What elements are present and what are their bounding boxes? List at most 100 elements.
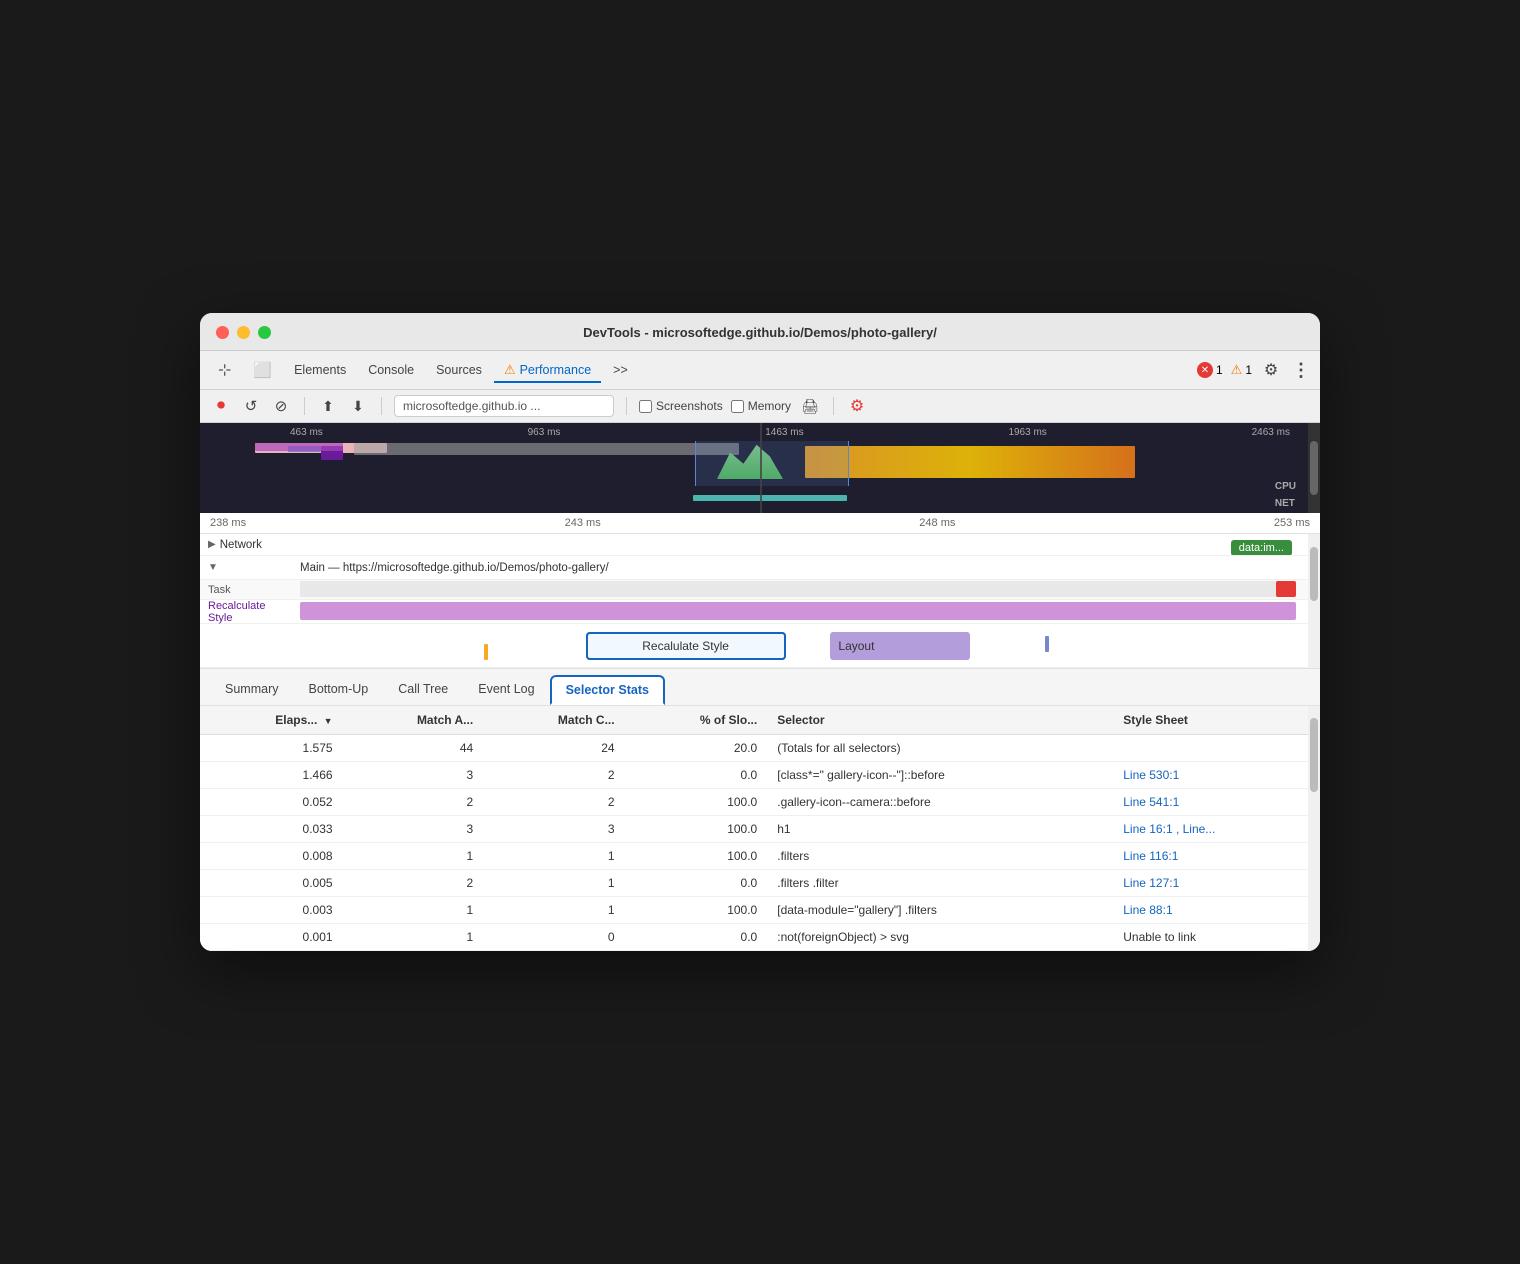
sub-track[interactable]: Recalulate Style Layout xyxy=(300,624,1320,667)
cell-stylesheet-3: Line 16:1 , Line... xyxy=(1113,816,1320,843)
screenshots-checkbox[interactable] xyxy=(639,400,652,413)
tab-bottom-up[interactable]: Bottom-Up xyxy=(293,675,383,705)
main-row: ▼ Main — https://microsoftedge.github.io… xyxy=(200,556,1320,580)
task-track[interactable] xyxy=(300,580,1320,599)
divider-1 xyxy=(304,397,305,415)
stylesheet-link-6[interactable]: Line 88:1 xyxy=(1123,903,1172,917)
tab-sources[interactable]: Sources xyxy=(426,358,492,382)
cell-pct-5: 0.0 xyxy=(625,870,768,897)
memory-checkbox-group[interactable]: Memory xyxy=(731,399,791,413)
timeline-overview[interactable]: 463 ms 963 ms 1463 ms 1963 ms 2463 ms xyxy=(200,423,1320,513)
tab-more[interactable]: >> xyxy=(603,358,638,382)
main-label: ▼ xyxy=(200,562,300,573)
tab-event-log[interactable]: Event Log xyxy=(463,675,549,705)
th-match-count[interactable]: Match C... xyxy=(483,706,624,735)
time-248: 248 ms xyxy=(919,517,955,529)
error-group[interactable]: ✕ 1 xyxy=(1197,362,1223,378)
cell-stylesheet-4: Line 116:1 xyxy=(1113,843,1320,870)
th-stylesheet[interactable]: Style Sheet xyxy=(1113,706,1320,735)
recalculate-style-track[interactable] xyxy=(300,600,1320,623)
tab-bar: ⊹ ⬜ Elements Console Sources ⚠ Performan… xyxy=(200,351,1320,390)
tab-call-tree[interactable]: Call Tree xyxy=(383,675,463,705)
tab-elements[interactable]: Elements xyxy=(284,358,356,382)
cleanup-button[interactable]: 🖨 xyxy=(799,395,821,417)
close-button[interactable] xyxy=(216,326,229,339)
devtools-window: DevTools - microsoftedge.github.io/Demos… xyxy=(200,313,1320,951)
cell-stylesheet-5: Line 127:1 xyxy=(1113,870,1320,897)
cell-pct-7: 0.0 xyxy=(625,924,768,951)
divider-4 xyxy=(833,397,834,415)
network-track[interactable]: data:im... xyxy=(300,534,1320,555)
th-selector[interactable]: Selector xyxy=(767,706,1113,735)
table-header-row: Elaps... ▼ Match A... Match C... % of Sl… xyxy=(200,706,1320,735)
timeline-scrollbar-thumb[interactable] xyxy=(1310,441,1318,495)
tab-performance[interactable]: ⚠ Performance xyxy=(494,357,601,383)
tab-device-mode[interactable]: ⬜ xyxy=(243,356,282,384)
layout-tooltip-text: Layout xyxy=(838,639,874,653)
flame-scrollbar[interactable] xyxy=(1308,534,1320,668)
cell-match-a-5: 2 xyxy=(343,870,484,897)
stylesheet-link-1[interactable]: Line 530:1 xyxy=(1123,768,1179,782)
cell-elapsed-5: 0.005 xyxy=(200,870,343,897)
record-button[interactable]: ⏺ xyxy=(210,395,232,417)
table-row: 0.052 2 2 100.0 .gallery-icon--camera::b… xyxy=(200,789,1320,816)
reload-record-button[interactable]: ↺ xyxy=(240,395,262,417)
table-scrollbar[interactable] xyxy=(1308,706,1320,951)
cell-selector-7: :not(foreignObject) > svg xyxy=(767,924,1113,951)
time-253: 253 ms xyxy=(1274,517,1310,529)
stylesheet-link-3[interactable]: Line 16:1 , Line... xyxy=(1123,822,1215,836)
download-button[interactable]: ⬇ xyxy=(347,395,369,417)
minimize-button[interactable] xyxy=(237,326,250,339)
table-scrollbar-thumb[interactable] xyxy=(1310,718,1318,792)
stylesheet-link-2[interactable]: Line 541:1 xyxy=(1123,795,1179,809)
window-title: DevTools - microsoftedge.github.io/Demos… xyxy=(583,325,937,340)
timeline-wrapper: 463 ms 963 ms 1463 ms 1963 ms 2463 ms xyxy=(200,423,1320,534)
cell-match-c-6: 1 xyxy=(483,897,624,924)
upload-button[interactable]: ⬆ xyxy=(317,395,339,417)
screenshots-checkbox-group[interactable]: Screenshots xyxy=(639,399,723,413)
marker-1963: 1963 ms xyxy=(1008,427,1046,438)
layout-tooltip[interactable]: Layout xyxy=(830,632,970,660)
tab-device-toolbar[interactable]: ⊹ xyxy=(208,355,241,385)
table-row: 0.008 1 1 100.0 .filters Line 116:1 xyxy=(200,843,1320,870)
warning-icon: ⚠ xyxy=(504,362,516,378)
task-label: Task xyxy=(200,584,300,596)
cell-pct-3: 100.0 xyxy=(625,816,768,843)
cell-match-a-4: 1 xyxy=(343,843,484,870)
capture-settings-button[interactable]: ⚙ xyxy=(846,395,868,417)
stylesheet-link-4[interactable]: Line 116:1 xyxy=(1123,849,1178,863)
more-button[interactable]: ⋮ xyxy=(1290,359,1312,381)
recalculate-style-tooltip[interactable]: Recalulate Style xyxy=(586,632,786,660)
memory-checkbox[interactable] xyxy=(731,400,744,413)
recalculate-style-tooltip-text: Recalulate Style xyxy=(642,639,729,653)
marker-1463: 1463 ms xyxy=(765,427,803,438)
divider-3 xyxy=(626,397,627,415)
tab-elements-label: Elements xyxy=(294,363,346,377)
table-row: 0.003 1 1 100.0 [data-module="gallery"] … xyxy=(200,897,1320,924)
cell-selector-0: (Totals for all selectors) xyxy=(767,735,1113,762)
th-match-attempts[interactable]: Match A... xyxy=(343,706,484,735)
cell-stylesheet-1: Line 530:1 xyxy=(1113,762,1320,789)
warning-group[interactable]: ⚠ 1 xyxy=(1231,362,1252,378)
table-row: 0.005 2 1 0.0 .filters .filter Line 127:… xyxy=(200,870,1320,897)
time-243: 243 ms xyxy=(565,517,601,529)
tab-console[interactable]: Console xyxy=(358,358,424,382)
cell-match-c-5: 1 xyxy=(483,870,624,897)
tab-summary[interactable]: Summary xyxy=(210,675,293,705)
th-elapsed[interactable]: Elaps... ▼ xyxy=(200,706,343,735)
maximize-button[interactable] xyxy=(258,326,271,339)
flame-scrollbar-thumb[interactable] xyxy=(1310,547,1318,601)
th-pct-slow[interactable]: % of Slo... xyxy=(625,706,768,735)
settings-button[interactable]: ⚙ xyxy=(1260,359,1282,381)
main-track[interactable]: Main — https://microsoftedge.github.io/D… xyxy=(300,556,1320,579)
url-field[interactable]: microsoftedge.github.io ... xyxy=(394,395,614,417)
tab-selector-stats[interactable]: Selector Stats xyxy=(550,675,665,705)
flame-chart: ▶ Network data:im... ▼ Main — https://mi… xyxy=(200,534,1320,669)
cell-stylesheet-2: Line 541:1 xyxy=(1113,789,1320,816)
cell-match-a-7: 1 xyxy=(343,924,484,951)
main-url: Main — https://microsoftedge.github.io/D… xyxy=(300,562,609,574)
timeline-scrollbar[interactable] xyxy=(1308,423,1320,513)
stylesheet-link-5[interactable]: Line 127:1 xyxy=(1123,876,1179,890)
cell-pct-1: 0.0 xyxy=(625,762,768,789)
clear-button[interactable]: ⊘ xyxy=(270,395,292,417)
